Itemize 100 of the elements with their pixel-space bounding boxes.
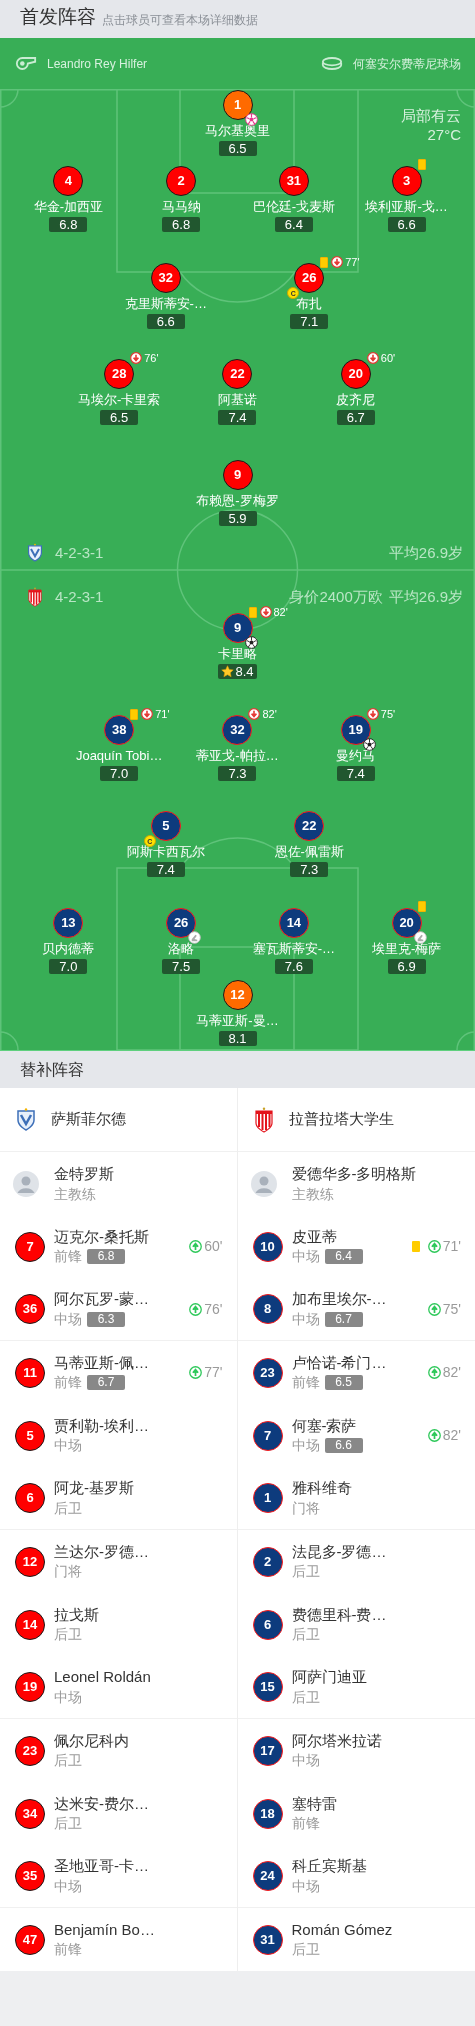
jersey-number[interactable]: 6: [252, 1609, 283, 1640]
jersey-number[interactable]: 7: [252, 1420, 283, 1451]
substitution-minute: 82': [442, 1363, 461, 1382]
jersey-number[interactable]: 23: [15, 1735, 45, 1766]
jersey-number[interactable]: 8: [252, 1294, 283, 1324]
player-name: 布赖恩-罗梅罗: [196, 493, 279, 509]
player-name: 皮齐尼: [336, 392, 376, 408]
player-name[interactable]: 贾利勒-埃利…: [54, 1415, 149, 1436]
player-name[interactable]: 阿萨门迪亚: [291, 1667, 367, 1687]
jersey-number[interactable]: 14: [15, 1609, 45, 1640]
player-name: 恩佐-佩雷斯: [274, 844, 344, 860]
jersey-number[interactable]: 19: [340, 715, 371, 745]
player-name[interactable]: 塞特雷: [291, 1793, 337, 1814]
rating-badge: 7.3: [290, 862, 329, 877]
jersey-number[interactable]: 4: [53, 166, 84, 196]
player-name[interactable]: Benjamín Bo…: [54, 1919, 155, 1940]
jersey-number[interactable]: 32: [150, 263, 181, 293]
jersey-number[interactable]: 22: [294, 811, 325, 841]
jersey-number[interactable]: 5: [15, 1420, 45, 1451]
substitution-out-icon: [259, 606, 272, 618]
jersey-number[interactable]: 31: [252, 1924, 283, 1955]
jersey-number[interactable]: 19: [15, 1672, 45, 1702]
rating-badge: 5.9: [218, 511, 257, 526]
jersey-number[interactable]: 9: [222, 613, 253, 643]
jersey-number[interactable]: 9: [222, 460, 253, 490]
booking-card-icon: [417, 901, 426, 912]
position-text: 门将: [54, 1562, 82, 1581]
player-name[interactable]: 圣地亚哥-卡…: [54, 1856, 149, 1876]
rating-badge: 6.8: [87, 1249, 125, 1264]
jersey-number[interactable]: 14: [278, 908, 309, 938]
jersey-number[interactable]: 18: [252, 1798, 283, 1829]
venue-name: 何塞安尔费蒂尼球场: [353, 55, 461, 73]
jersey-number[interactable]: 2: [252, 1546, 283, 1577]
jersey-number[interactable]: 3: [391, 166, 422, 196]
jersey-number[interactable]: 26: [166, 908, 197, 938]
player-name[interactable]: 迈克尔-桑托斯: [54, 1226, 149, 1247]
position-text: 中场: [54, 1309, 82, 1329]
player-name[interactable]: Leonel Roldán: [54, 1667, 151, 1687]
player-name[interactable]: 达米安-费尔…: [54, 1793, 149, 1814]
jersey-number[interactable]: 20: [391, 908, 422, 938]
player-name: 洛略: [168, 941, 195, 957]
jersey-number[interactable]: 11: [15, 1357, 45, 1388]
player-name[interactable]: 卢恰诺-希门…: [291, 1352, 387, 1373]
jersey-number[interactable]: 36: [15, 1294, 45, 1324]
player-name[interactable]: 法昆多-罗德…: [291, 1541, 387, 1562]
rating-badge: 7.4: [218, 410, 257, 425]
jersey-number[interactable]: 2: [166, 166, 197, 196]
player-name[interactable]: 阿龙-基罗斯: [54, 1478, 134, 1498]
jersey-number[interactable]: 6: [15, 1483, 45, 1513]
player-name[interactable]: 阿尔塔米拉诺: [291, 1730, 382, 1751]
player-name[interactable]: 兰达尔-罗德…: [54, 1541, 149, 1562]
substitution-minute: 71': [155, 708, 170, 720]
jersey-number[interactable]: 22: [222, 359, 253, 389]
player-name[interactable]: 何塞-索萨: [291, 1415, 363, 1436]
rating-badge: 6.6: [146, 314, 185, 329]
player-name[interactable]: 拉戈斯: [54, 1604, 99, 1625]
player-name[interactable]: Román Gómez: [291, 1919, 393, 1940]
coach-name: 爱德华多-多明格斯: [291, 1163, 417, 1184]
player-name[interactable]: 皮亚蒂: [291, 1226, 363, 1247]
substitution-in-icon: [189, 1366, 203, 1379]
rating-badge: 7.4: [336, 766, 375, 781]
boot-icon: [188, 931, 202, 944]
coach-name: 金特罗斯: [54, 1163, 114, 1184]
jersey-number[interactable]: 10: [252, 1231, 283, 1262]
jersey-number[interactable]: 38: [104, 715, 135, 745]
player-name: 华金-加西亚: [33, 199, 104, 215]
jersey-number[interactable]: 31: [278, 166, 309, 196]
player-name[interactable]: 雅科维奇: [291, 1478, 352, 1498]
soccer-ball-icon: [362, 738, 376, 751]
jersey-number[interactable]: 23: [252, 1357, 283, 1388]
referee-name: Leandro Rey Hilfer: [47, 55, 148, 73]
player-name[interactable]: 阿尔瓦罗-蒙…: [54, 1289, 149, 1309]
jersey-number[interactable]: 47: [15, 1924, 45, 1955]
coach-role: 主教练: [291, 1184, 335, 1204]
hint-text: 点击球员可查看本场详细数据: [102, 12, 258, 28]
player-name[interactable]: 马蒂亚斯-佩…: [54, 1352, 149, 1373]
jersey-number[interactable]: 20: [340, 359, 371, 389]
position-text: 后卫: [291, 1687, 320, 1707]
player-name[interactable]: 加布里埃尔-…: [291, 1289, 387, 1309]
jersey-number[interactable]: 34: [15, 1798, 45, 1829]
jersey-number[interactable]: 15: [252, 1672, 283, 1702]
jersey-number[interactable]: 1: [252, 1483, 283, 1513]
jersey-number[interactable]: 24: [252, 1861, 283, 1891]
jersey-number[interactable]: 12: [15, 1546, 45, 1577]
rating-badge: 7.5: [162, 959, 201, 974]
jersey-number[interactable]: 13: [53, 908, 84, 938]
jersey-number[interactable]: 7: [15, 1231, 45, 1262]
jersey-number[interactable]: 17: [252, 1735, 283, 1766]
jersey-number[interactable]: 28: [104, 359, 135, 389]
substitution-minute: 76': [204, 1299, 223, 1319]
jersey-number[interactable]: 35: [15, 1861, 45, 1891]
player-name[interactable]: 科丘宾斯基: [291, 1856, 367, 1876]
player-name[interactable]: 费德里科-费…: [291, 1604, 387, 1625]
substitution-in-icon: [427, 1429, 441, 1442]
booking-card-icon: [417, 159, 426, 170]
player-name[interactable]: 佩尔尼科内: [54, 1730, 129, 1751]
booking-card-icon: [320, 256, 329, 268]
substitution-in-icon: [189, 1240, 203, 1253]
jersey-number[interactable]: 32: [222, 715, 253, 745]
substitution-out-icon: [248, 708, 261, 720]
